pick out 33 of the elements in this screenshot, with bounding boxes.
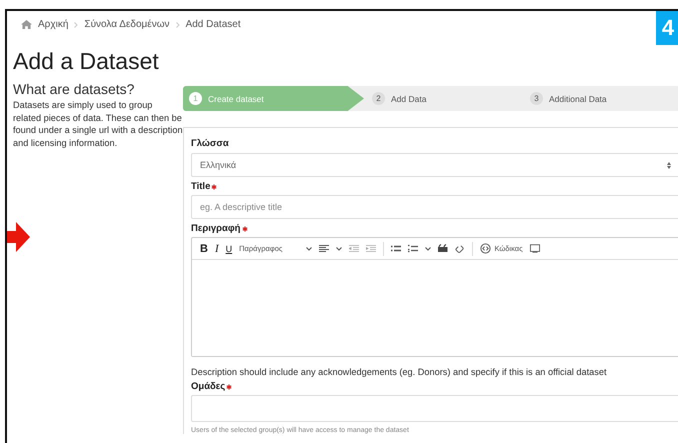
field-label: Περιγραφή [191,223,240,234]
align-icon[interactable] [319,244,330,253]
home-icon[interactable] [21,20,32,29]
code-icon [480,243,492,254]
groups-input-field[interactable] [191,395,678,422]
chevron-icon [176,22,180,28]
page-title: Add a Dataset [13,48,160,75]
breadcrumb-link[interactable]: Σύνολα Δεδομένων [84,19,170,30]
breadcrumb-link[interactable]: Add Dataset [186,19,241,30]
breadcrumb-link[interactable]: Αρχική [38,19,68,30]
field-label: Ομάδες [191,381,226,392]
field-label: Γλώσσα [191,138,230,149]
field-label: Title [191,181,210,192]
step-tab[interactable]: 3 Additional Data [522,86,678,111]
title-input-field[interactable]: eg. A descriptive title [191,195,678,219]
format-button[interactable]: I [214,242,219,254]
language-select[interactable]: Ελληνικά [191,153,678,177]
chevron-icon [74,22,78,28]
caret-icon[interactable] [336,246,342,250]
sidebar-text: Datasets are simply used to group related pieces of data. These can then be found under a single url with a description and licensing information. [13,99,183,149]
up-down-arrows-icon [667,162,671,168]
fullscreen-icon[interactable] [530,244,540,253]
format-button[interactable]: U [226,244,232,254]
step-tab[interactable]: 2 Add Data [364,86,522,111]
caret-icon [306,246,312,250]
numbered-list-icon[interactable] [408,244,418,253]
sidebar-heading: What are datasets? [13,81,136,97]
caret-icon[interactable] [425,246,432,250]
format-button[interactable]: B [200,242,208,254]
bulleted-list-icon[interactable] [391,244,402,253]
arrow-icon [7,222,30,252]
help-text: Description should include any acknowledgements (eg. Donors) and specify if this is an official dataset [191,367,608,377]
step-number-badge: 4 [656,11,678,45]
